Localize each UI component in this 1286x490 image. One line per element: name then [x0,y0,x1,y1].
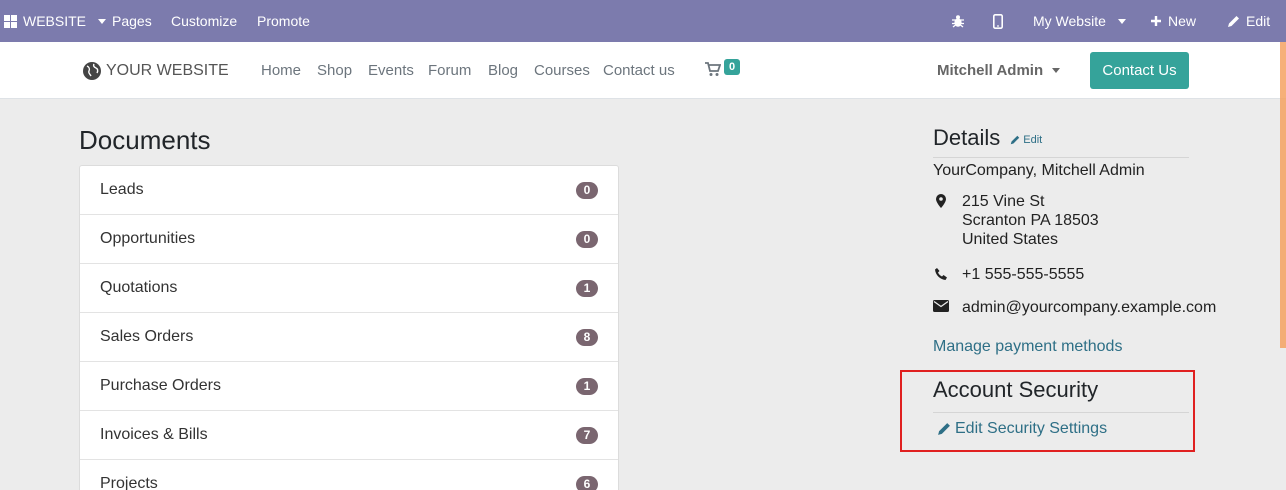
phone-icon [935,268,947,280]
cart-icon[interactable] [705,62,721,77]
plus-icon [1151,16,1161,26]
pages-menu[interactable]: Pages [112,0,152,42]
nav-forum-label: Forum [428,62,472,79]
map-marker-icon [936,194,946,208]
nav-courses[interactable]: Courses [534,42,590,99]
document-count-badge: 0 [576,230,598,248]
document-label: Projects [100,475,158,490]
new-button[interactable]: New [1150,0,1196,42]
details-header: Details Edit [933,125,1189,158]
customize-label: Customize [171,13,238,29]
document-label: Leads [100,181,144,198]
edit-label: Edit [1246,13,1271,29]
document-label: Quotations [100,279,178,296]
document-label: Invoices & Bills [100,426,208,443]
promote-menu[interactable]: Promote [257,0,310,42]
customize-menu[interactable]: Customize [171,0,237,42]
pencil-icon [1011,135,1020,145]
nav-events[interactable]: Events [368,42,414,99]
phone-number: +1 555-555-5555 [962,266,1085,283]
site-logo[interactable]: YOUR WEBSITE [82,42,229,99]
details-title: Details [933,125,1001,150]
address-city: Scranton PA 18503 [962,212,1099,229]
user-name: Mitchell Admin [937,62,1044,79]
nav-shop[interactable]: Shop [317,42,352,99]
bug-icon [952,15,964,28]
cart-count-badge: 0 [724,59,740,75]
scrollbar[interactable] [1280,42,1286,348]
apps-grid-icon [4,14,17,28]
nav-blog[interactable]: Blog [488,42,518,99]
account-security-title: Account Security [933,377,1099,402]
document-count-badge: 1 [576,377,598,395]
document-row-purchase-orders[interactable]: Purchase Orders 1 [80,362,618,411]
phone-row: +1 555-555-5555 [933,265,1084,284]
nav-courses-label: Courses [534,62,590,79]
documents-list: Leads 0 Opportunities 0 Quotations 1 Sales … [79,165,619,490]
edit-security-settings-label: Edit Security Settings [955,420,1108,437]
chevron-down-icon [1052,68,1061,73]
website-admin-bar: WEBSITE Pages Customize Promote My Websi… [0,0,1286,42]
manage-payment-methods-link[interactable]: Manage payment methods [933,338,1122,356]
pencil-icon [1228,15,1239,27]
website-menu[interactable]: WEBSITE [4,0,107,42]
documents-title: Documents [79,125,211,155]
pages-label: Pages [112,13,152,29]
company-name: YourCompany, Mitchell Admin [933,162,1145,179]
document-row-projects[interactable]: Projects 6 [80,460,618,490]
document-row-opportunities[interactable]: Opportunities 0 [80,215,618,264]
document-count-badge: 6 [576,475,598,490]
mobile-preview-button[interactable] [993,0,1003,42]
nav-shop-label: Shop [317,62,353,79]
details-panel: Details Edit YourCompany, Mitchell Admin… [933,125,1216,316]
user-menu[interactable]: Mitchell Admin [937,42,1061,99]
document-count-badge: 0 [576,181,598,199]
globe-icon [83,61,101,80]
promote-label: Promote [257,13,310,29]
nav-home-label: Home [261,62,302,79]
chevron-down-icon [1117,18,1126,24]
new-label: New [1168,13,1197,29]
chevron-down-icon [98,18,107,24]
edit-security-settings-link[interactable]: Edit Security Settings [937,420,1107,438]
nav-blog-label: Blog [488,62,519,79]
address-street: 215 Vine St [962,193,1045,210]
divider [933,412,1189,413]
document-row-invoices-bills[interactable]: Invoices & Bills 7 [80,411,618,460]
document-label: Opportunities [100,230,196,247]
my-website-menu[interactable]: My Website [1033,0,1126,42]
details-edit-link[interactable]: Edit [1010,134,1042,146]
document-row-leads[interactable]: Leads 0 [80,166,618,215]
nav-contact-us[interactable]: Contact us [603,42,675,99]
nav-home[interactable]: Home [261,42,301,99]
document-label: Sales Orders [100,328,194,345]
document-count-badge: 7 [576,426,598,444]
document-row-sales-orders[interactable]: Sales Orders 8 [80,313,618,362]
contact-us-button[interactable]: Contact Us [1090,52,1189,89]
document-label: Purchase Orders [100,377,221,394]
details-edit-label: Edit [1023,134,1043,146]
mobile-icon [993,13,1003,29]
document-row-quotations[interactable]: Quotations 1 [80,264,618,313]
nav-forum[interactable]: Forum [428,42,471,99]
nav-contact-us-label: Contact us [603,62,675,79]
logo-text: YOUR WEBSITE [106,61,229,79]
nav-events-label: Events [368,62,414,79]
document-count-badge: 8 [576,328,598,346]
debug-button[interactable] [951,0,965,42]
my-website-label: My Website [1033,13,1106,29]
pencil-icon [938,423,950,435]
address-country: United States [962,231,1059,248]
document-count-badge: 1 [576,279,598,297]
email-row: admin@yourcompany.example.com [933,298,1216,317]
address-row: 215 Vine St Scranton PA 18503 United Sta… [933,192,1099,249]
email-address: admin@yourcompany.example.com [962,299,1217,316]
edit-button[interactable]: Edit [1227,0,1270,42]
website-menu-label: WEBSITE [23,13,87,29]
envelope-icon [933,300,949,312]
